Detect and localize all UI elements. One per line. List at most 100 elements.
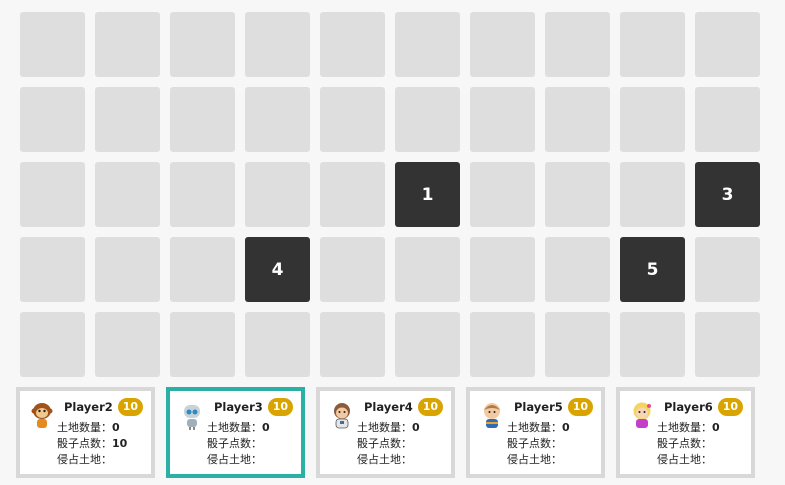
occupied-land-row: 侵占土地： — [507, 452, 585, 468]
board-cell[interactable] — [20, 87, 85, 152]
board-cell[interactable] — [620, 87, 685, 152]
board-cell[interactable] — [245, 12, 310, 77]
board-cell[interactable] — [620, 12, 685, 77]
board-cell[interactable] — [470, 87, 535, 152]
board-cell[interactable] — [470, 12, 535, 77]
occupied-board-cell[interactable]: 4 — [245, 237, 310, 302]
land-count-value: 0 — [562, 421, 570, 434]
cell-owner-label: 1 — [421, 184, 434, 205]
player-name: Player6 — [664, 400, 713, 414]
game-board: 1 3 4 5 — [20, 12, 760, 377]
board-cell[interactable] — [545, 312, 610, 377]
player-name: Player4 — [364, 400, 413, 414]
dice-points-row: 骰子点数： — [357, 436, 435, 452]
occupied-board-cell[interactable]: 5 — [620, 237, 685, 302]
monkey-avatar-icon — [31, 402, 53, 430]
board-cell[interactable] — [245, 312, 310, 377]
board-cell[interactable] — [470, 162, 535, 227]
occupied-land-label: 侵占土地： — [507, 453, 562, 466]
board-cell[interactable] — [320, 237, 385, 302]
land-count-label: 土地数量： — [57, 421, 112, 434]
dice-points-label: 骰子点数： — [57, 437, 112, 450]
board-cell[interactable] — [170, 312, 235, 377]
player-card[interactable]: Player4 10 土地数量：0 骰子点数： 侵占土地： — [316, 387, 455, 478]
board-cell[interactable] — [95, 162, 160, 227]
player-card[interactable]: Player6 10 土地数量：0 骰子点数： 侵占土地： — [616, 387, 755, 478]
board-cell[interactable] — [470, 237, 535, 302]
occupied-board-cell[interactable]: 1 — [395, 162, 460, 227]
player-header: Player2 10 — [64, 398, 144, 416]
board-cell[interactable] — [695, 312, 760, 377]
dice-points-label: 骰子点数： — [657, 437, 712, 450]
board-cell[interactable] — [20, 162, 85, 227]
board-cell[interactable] — [95, 12, 160, 77]
board-cell[interactable] — [95, 312, 160, 377]
cell-owner-label: 4 — [271, 259, 284, 280]
board-cell[interactable] — [245, 162, 310, 227]
player-card[interactable]: Player2 10 土地数量：0 骰子点数：10 侵占土地： — [16, 387, 155, 478]
board-cell[interactable] — [20, 237, 85, 302]
board-cell[interactable] — [545, 237, 610, 302]
land-count-label: 土地数量： — [507, 421, 562, 434]
land-count-label: 土地数量： — [657, 421, 712, 434]
board-cell[interactable] — [395, 87, 460, 152]
occupied-land-row: 侵占土地： — [207, 452, 285, 468]
board-cell[interactable] — [695, 87, 760, 152]
land-count-row: 土地数量：0 — [657, 420, 735, 436]
board-cell[interactable] — [395, 312, 460, 377]
land-count-label: 土地数量： — [357, 421, 412, 434]
board-cell[interactable] — [170, 237, 235, 302]
occupied-land-label: 侵占土地： — [657, 453, 712, 466]
player-header: Player5 10 — [514, 398, 594, 416]
board-cell[interactable] — [545, 87, 610, 152]
player-card[interactable]: Player5 10 土地数量：0 骰子点数： 侵占土地： — [466, 387, 605, 478]
occupied-board-cell[interactable]: 3 — [695, 162, 760, 227]
occupied-land-label: 侵占土地： — [207, 453, 262, 466]
board-cell[interactable] — [470, 312, 535, 377]
board-cell[interactable] — [170, 162, 235, 227]
player-stats: 土地数量：0 骰子点数：10 侵占土地： — [57, 420, 135, 468]
dice-points-row: 骰子点数： — [207, 436, 285, 452]
board-cell[interactable] — [170, 12, 235, 77]
board-cell[interactable] — [395, 237, 460, 302]
board-cell[interactable] — [695, 12, 760, 77]
board-cell[interactable] — [320, 162, 385, 227]
boy-avatar-icon — [481, 402, 503, 430]
land-count-row: 土地数量：0 — [507, 420, 585, 436]
board-cell[interactable] — [620, 312, 685, 377]
board-cell[interactable] — [545, 12, 610, 77]
coin-badge: 10 — [717, 398, 744, 416]
player-stats: 土地数量：0 骰子点数： 侵占土地： — [207, 420, 285, 468]
player-card[interactable]: Player3 10 土地数量：0 骰子点数： 侵占土地： — [166, 387, 305, 478]
board-cell[interactable] — [20, 312, 85, 377]
astronaut-boy-avatar-icon — [331, 402, 353, 430]
board-cell[interactable] — [170, 87, 235, 152]
board-cell[interactable] — [95, 87, 160, 152]
land-count-value: 0 — [262, 421, 270, 434]
land-count-value: 0 — [712, 421, 720, 434]
coin-badge: 10 — [417, 398, 444, 416]
girl-avatar-icon — [631, 402, 653, 430]
board-cell[interactable] — [20, 12, 85, 77]
occupied-land-row: 侵占土地： — [57, 452, 135, 468]
player-header: Player4 10 — [364, 398, 444, 416]
coin-badge: 10 — [117, 398, 144, 416]
player-name: Player3 — [214, 400, 263, 414]
robot-avatar-icon — [181, 402, 203, 430]
board-cell[interactable] — [320, 87, 385, 152]
board-cell[interactable] — [695, 237, 760, 302]
dice-points-row: 骰子点数：10 — [57, 436, 135, 452]
board-cell[interactable] — [545, 162, 610, 227]
board-cell[interactable] — [395, 12, 460, 77]
board-cell[interactable] — [620, 162, 685, 227]
coin-badge: 10 — [567, 398, 594, 416]
occupied-land-label: 侵占土地： — [357, 453, 412, 466]
board-cell[interactable] — [320, 312, 385, 377]
occupied-land-row: 侵占土地： — [357, 452, 435, 468]
board-cell[interactable] — [95, 237, 160, 302]
land-count-value: 0 — [412, 421, 420, 434]
board-cell[interactable] — [245, 87, 310, 152]
board-cell[interactable] — [320, 12, 385, 77]
land-count-value: 0 — [112, 421, 120, 434]
cell-owner-label: 3 — [721, 184, 734, 205]
